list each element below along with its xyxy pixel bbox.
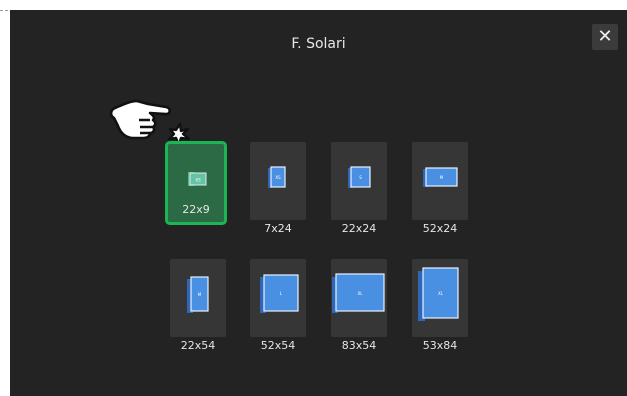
book-size-text: S (359, 175, 362, 180)
book-size-text: XL (438, 291, 444, 296)
book-s-icon: S (348, 166, 371, 188)
size-tile-22x24[interactable]: S 22x24 (331, 142, 387, 235)
book-m-icon: M (187, 276, 209, 313)
size-tile-83x54[interactable]: XL 83x54 (331, 259, 387, 352)
book-m-icon: M (423, 167, 458, 187)
size-label: 7x24 (264, 222, 292, 235)
size-tile-52x54[interactable]: L 52x54 (250, 259, 306, 352)
size-tile-7x24[interactable]: XS 7x24 (250, 142, 306, 235)
size-tile-52x24[interactable]: M 52x24 (412, 142, 468, 235)
size-label: 52x24 (422, 222, 458, 235)
book-size-text: XS (275, 175, 281, 180)
size-tile-22x54[interactable]: M 22x54 (170, 259, 226, 352)
size-label: 22x24 (341, 222, 377, 235)
pointing-hand-icon (109, 99, 191, 147)
book-size-text: M (440, 175, 444, 180)
book-size-text: XS (195, 178, 201, 183)
size-label: 52x54 (260, 339, 296, 352)
size-tile-53x84[interactable]: XL 53x84 (412, 259, 468, 352)
close-button[interactable]: ✕ (592, 24, 618, 50)
size-label: 22x9 (182, 203, 210, 216)
size-label: 53x84 (422, 339, 458, 352)
book-xl-icon: XL (418, 267, 459, 321)
size-label: 83x54 (341, 339, 377, 352)
book-xs-icon: XS (268, 166, 286, 188)
dialog-title: F. Solari (291, 36, 346, 52)
size-picker-dialog: F. Solari ✕ XS 22x9 XS 7x24 S 22x24 M 52… (10, 10, 627, 396)
book-size-text: XL (358, 291, 364, 296)
book-xl-icon: XL (332, 273, 385, 313)
book-l-icon: L (260, 274, 299, 313)
book-size-text: M (198, 292, 202, 297)
size-tile-22x9[interactable]: XS 22x9 (168, 144, 224, 222)
close-icon: ✕ (597, 26, 613, 47)
size-label: 22x54 (180, 339, 216, 352)
